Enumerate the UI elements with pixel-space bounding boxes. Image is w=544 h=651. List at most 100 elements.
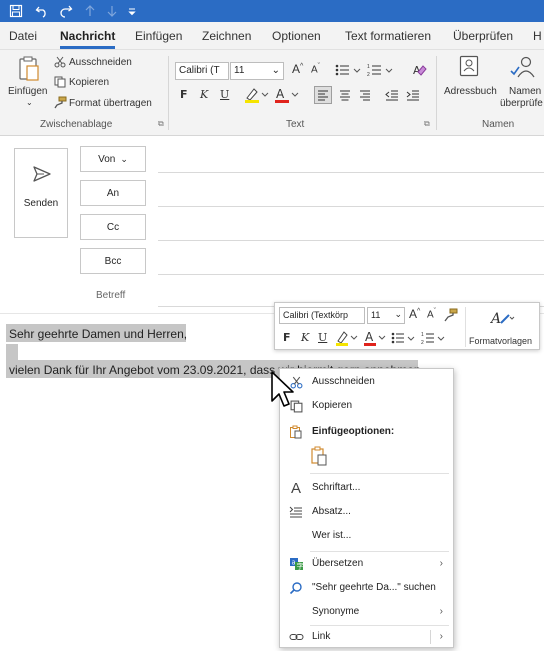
menu-separator	[310, 551, 449, 552]
ribbon-tabs: Datei Nachricht Einfügen Zeichnen Option…	[0, 22, 544, 50]
arrow-down-icon[interactable]	[104, 3, 120, 19]
tab-zeichnen[interactable]: Zeichnen	[202, 29, 251, 43]
font-name-field[interactable]: Calibri (T	[175, 62, 229, 80]
numbering-icon[interactable]: 12	[366, 62, 396, 78]
redo-icon[interactable]	[58, 3, 74, 19]
tab-nachricht[interactable]: Nachricht	[60, 29, 116, 49]
clipboard-launcher-icon[interactable]: ⧉	[158, 119, 164, 129]
save-icon[interactable]	[8, 3, 24, 19]
font-icon: A	[290, 479, 301, 497]
grow-font-icon[interactable]: A^	[292, 62, 303, 76]
send-icon	[31, 163, 53, 185]
menu-item-paragraph[interactable]: Absatz...	[280, 501, 453, 523]
mouse-pointer-icon	[270, 370, 296, 410]
cc-button[interactable]: Cc	[80, 214, 146, 240]
tab-datei[interactable]: Datei	[9, 29, 37, 43]
bcc-button[interactable]: Bcc	[80, 248, 146, 274]
clear-formatting-icon[interactable]: A	[411, 62, 429, 78]
font-size-field[interactable]: 11 ⌄	[230, 62, 284, 80]
menu-item-paragraph-label: Absatz...	[312, 506, 351, 517]
group-label-clipboard: Zwischenablage	[40, 119, 113, 130]
mini-bold-button[interactable]: F	[283, 331, 291, 344]
address-book-icon	[458, 54, 480, 78]
paste-icon[interactable]	[16, 54, 42, 84]
mini-format-painter-icon[interactable]	[443, 307, 459, 323]
format-painter-button[interactable]: Format übertragen	[69, 98, 152, 109]
undo-icon[interactable]	[34, 3, 50, 19]
menu-item-translate-label: Übersetzen	[312, 558, 364, 569]
body-line-salutation: Sehr geehrte Damen und Herren,	[9, 327, 188, 341]
italic-button[interactable]: K	[200, 88, 208, 101]
menu-item-link[interactable]: Link ›	[280, 626, 453, 648]
paste-button[interactable]: Einfügen	[8, 86, 47, 97]
search-icon	[288, 580, 304, 596]
styles-icon[interactable]: A	[489, 309, 515, 327]
mini-toolbar-divider	[465, 307, 466, 347]
message-body[interactable]: Sehr geehrte Damen und Herren, vielen Da…	[0, 314, 544, 651]
context-menu: Ausschneiden Kopieren Einfügeoptionen: A…	[279, 368, 454, 648]
tab-einfuegen[interactable]: Einfügen	[135, 29, 182, 43]
menu-item-copy[interactable]: Kopieren	[280, 395, 453, 417]
align-left-icon[interactable]	[314, 86, 332, 104]
from-field[interactable]	[158, 172, 544, 173]
mini-bullets-icon[interactable]	[391, 329, 417, 347]
highlight-icon[interactable]	[244, 86, 270, 104]
mini-grow-font-icon[interactable]: A^	[409, 307, 420, 321]
align-center-icon[interactable]	[336, 86, 354, 104]
menu-item-translate[interactable]: a字 Übersetzen ›	[280, 553, 453, 575]
send-button[interactable]: Senden	[14, 148, 68, 238]
cc-field[interactable]	[158, 240, 544, 241]
mini-font-size-field[interactable]: 11 ⌄	[367, 307, 405, 324]
to-field[interactable]	[158, 206, 544, 207]
cut-button[interactable]: Ausschneiden	[69, 57, 132, 68]
menu-item-font[interactable]: A Schriftart...	[280, 477, 453, 499]
mini-highlight-icon[interactable]	[335, 329, 359, 347]
increase-indent-icon[interactable]	[404, 86, 422, 104]
menu-item-synonyms-label: Synonyme	[312, 606, 360, 617]
mini-underline-button[interactable]: U	[318, 331, 327, 344]
menu-item-cut-label: Ausschneiden	[312, 376, 375, 387]
bcc-field[interactable]	[158, 274, 544, 275]
mini-numbering-icon[interactable]: 12	[421, 329, 447, 347]
arrow-up-icon[interactable]	[82, 3, 98, 19]
group-label-text: Text	[286, 119, 305, 130]
tab-text-formatieren[interactable]: Text formatieren	[345, 29, 431, 43]
bold-button[interactable]: F	[180, 88, 188, 101]
from-button[interactable]: Von ⌄	[80, 146, 146, 172]
menu-item-who-is[interactable]: Wer ist...	[280, 525, 453, 547]
underline-button[interactable]: U	[220, 88, 229, 101]
styles-button[interactable]: Formatvorlagen	[469, 336, 532, 346]
copy-icon	[54, 76, 66, 88]
menu-item-cut[interactable]: Ausschneiden	[280, 371, 453, 393]
to-button[interactable]: An	[80, 180, 146, 206]
menu-item-synonyms[interactable]: Synonyme ›	[280, 601, 453, 623]
copy-button[interactable]: Kopieren	[69, 77, 109, 88]
check-names-label-2[interactable]: überprüfe	[500, 98, 543, 109]
align-right-icon[interactable]	[356, 86, 374, 104]
message-header: Senden Von ⌄ An Cc Bcc Betreff	[0, 136, 544, 314]
text-launcher-icon[interactable]: ⧉	[424, 119, 430, 129]
mini-font-name-field[interactable]: Calibri (Textkörp	[279, 307, 365, 324]
menu-item-copy-label: Kopieren	[312, 400, 353, 411]
paste-keep-formatting-icon[interactable]	[308, 445, 330, 467]
paste-dropdown-icon[interactable]: ⌄	[26, 98, 33, 107]
group-label-names: Namen	[482, 119, 515, 130]
decrease-indent-icon[interactable]	[383, 86, 401, 104]
shrink-font-icon[interactable]: Aˇ	[311, 63, 320, 75]
customize-toolbar-icon[interactable]	[124, 3, 140, 19]
bullets-icon[interactable]	[334, 62, 364, 78]
mini-shrink-font-icon[interactable]: Aˇ	[427, 308, 436, 320]
svg-text:2: 2	[421, 340, 424, 345]
scissors-icon	[54, 56, 66, 68]
check-names-label[interactable]: Namen	[509, 86, 541, 97]
tab-h[interactable]: H	[533, 29, 542, 43]
mini-font-color-icon[interactable]: A	[363, 329, 387, 347]
tab-optionen[interactable]: Optionen	[272, 29, 321, 43]
font-color-icon[interactable]: A	[274, 86, 300, 104]
paragraph-icon	[288, 504, 304, 520]
menu-item-search[interactable]: "Sehr geehrte Da..." suchen	[280, 577, 453, 599]
tab-ueberpruefen[interactable]: Überprüfen	[453, 29, 513, 43]
mini-italic-button[interactable]: K	[301, 331, 309, 344]
address-book-button[interactable]: Adressbuch	[444, 86, 497, 97]
font-size-value: 11	[234, 65, 245, 76]
